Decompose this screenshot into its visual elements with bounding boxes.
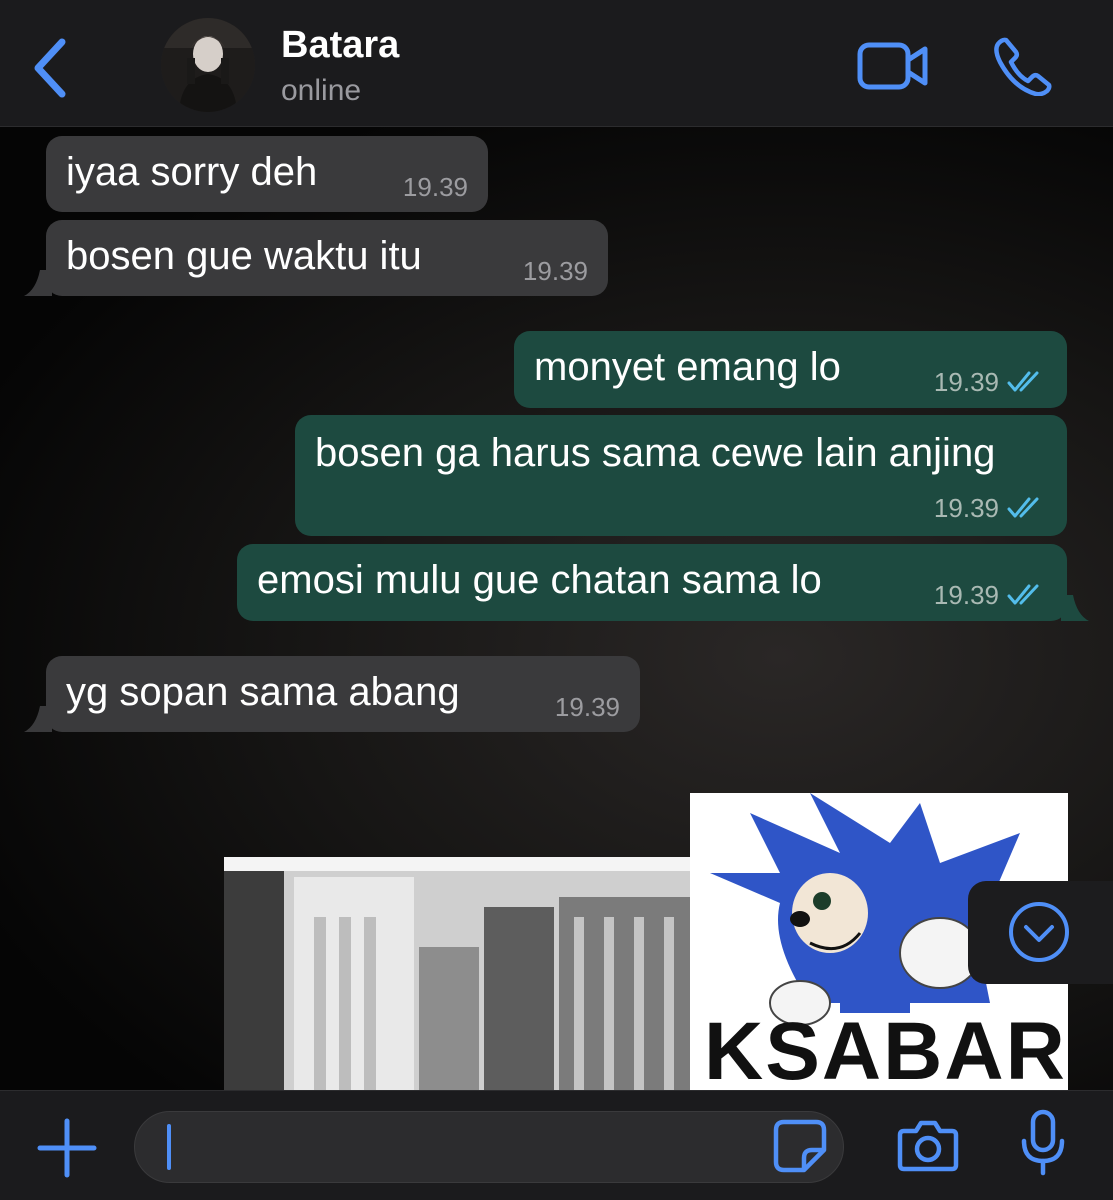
- message-bubble-outgoing[interactable]: emosi mulu gue chatan sama lo 19.39: [237, 544, 1089, 621]
- attach-button[interactable]: [36, 1117, 98, 1179]
- read-receipt-icon: [1007, 584, 1039, 605]
- message-time: 19.39: [522, 256, 588, 286]
- message-bubble-incoming[interactable]: iyaa sorry deh 19.39: [46, 136, 488, 212]
- read-receipt-icon: [1007, 371, 1039, 392]
- sticker-button[interactable]: [772, 1118, 828, 1174]
- message-time: 19.39: [933, 493, 999, 523]
- video-camera-icon: [857, 42, 928, 90]
- voice-call-button[interactable]: [992, 36, 1052, 97]
- message-bubble-outgoing[interactable]: monyet emang lo 19.39: [514, 331, 1067, 408]
- message-time: 19.39: [933, 580, 999, 610]
- message-bubble-outgoing[interactable]: bosen ga harus sama cewe lain anjing 19.…: [295, 415, 1067, 536]
- chat-area[interactable]: iyaa sorry deh 19.39 bosen gue waktu itu…: [0, 127, 1113, 1090]
- message-bubble-incoming[interactable]: yg sopan sama abang 19.39: [24, 656, 640, 732]
- phone-icon: [994, 37, 1052, 97]
- message-text: iyaa sorry deh: [66, 150, 318, 194]
- contact-status: online: [281, 74, 362, 107]
- message-text: bosen ga harus sama cewe lain anjing: [315, 431, 996, 475]
- camera-button[interactable]: [896, 1117, 960, 1173]
- sticker-icon: [773, 1119, 827, 1173]
- message-time: 19.39: [933, 367, 999, 397]
- bubble-tail: [24, 706, 52, 732]
- street-photo-image: [224, 857, 694, 1090]
- scroll-to-bottom-button[interactable]: [968, 881, 1113, 984]
- video-call-button[interactable]: [856, 40, 930, 92]
- chevron-down-icon: [1009, 902, 1069, 962]
- bubble-tail: [24, 270, 52, 296]
- message-input[interactable]: [134, 1111, 844, 1183]
- back-button[interactable]: [28, 36, 76, 100]
- message-time: 19.39: [554, 692, 620, 722]
- message-text: bosen gue waktu itu: [66, 234, 422, 278]
- back-chevron-icon: [34, 38, 66, 98]
- microphone-icon: [1021, 1109, 1065, 1176]
- camera-icon: [897, 1120, 959, 1172]
- whatsapp-chat-screen: Batara online iyaa sorry deh 19.39 bosen…: [0, 0, 1113, 1200]
- message-text: yg sopan sama abang: [66, 670, 460, 714]
- bubble-tail: [1061, 595, 1089, 621]
- avatar[interactable]: [161, 18, 255, 112]
- chat-header: Batara online: [0, 0, 1113, 127]
- contact-name[interactable]: Batara: [281, 24, 399, 67]
- message-input-bar: [0, 1090, 1113, 1200]
- meme-caption: KSABAR: [704, 1006, 1067, 1090]
- message-bubble-incoming[interactable]: bosen gue waktu itu 19.39: [24, 220, 608, 296]
- read-receipt-icon: [1007, 497, 1039, 518]
- message-time: 19.39: [402, 172, 468, 202]
- avatar-photo: [161, 18, 255, 112]
- plus-icon: [37, 1118, 97, 1178]
- message-text: monyet emang lo: [534, 345, 841, 389]
- voice-message-button[interactable]: [1018, 1109, 1068, 1177]
- text-caret: [167, 1124, 171, 1170]
- message-text: emosi mulu gue chatan sama lo: [257, 558, 822, 602]
- shared-photo-street[interactable]: [224, 857, 694, 1090]
